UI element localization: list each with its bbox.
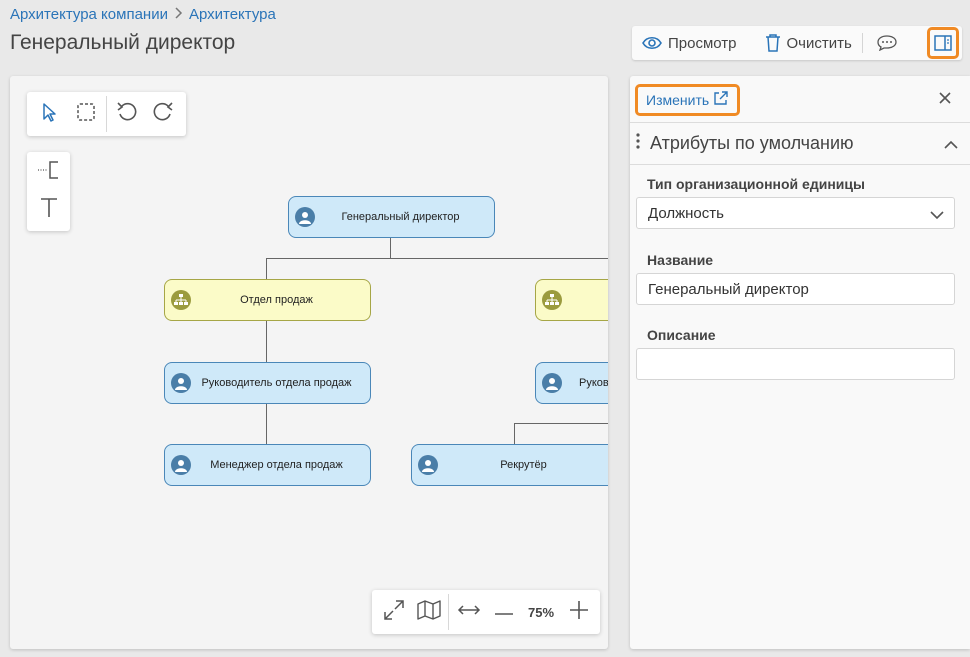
org-node-sales-head[interactable]: Руководитель отдела продаж <box>164 362 371 404</box>
node-label: Руководитель отдела продаж <box>201 377 352 389</box>
fit-width-button[interactable] <box>451 594 486 630</box>
pointer-icon <box>41 102 59 127</box>
zoom-level: 75% <box>527 604 555 620</box>
clear-button[interactable]: Очистить <box>755 26 862 60</box>
insert-tools <box>27 152 70 231</box>
node-label: Рекрутёр <box>500 459 547 471</box>
chevron-down-icon <box>930 207 944 224</box>
panel-toggle-button[interactable] <box>927 27 959 59</box>
person-icon <box>171 455 191 475</box>
section-title: Атрибуты по умолчанию <box>650 133 854 153</box>
expand-icon <box>383 599 405 626</box>
zoom-out-button[interactable] <box>486 594 521 630</box>
preview-button[interactable]: Просмотр <box>632 26 747 60</box>
plus-icon <box>569 600 589 625</box>
node-label: Руково <box>579 377 608 389</box>
tool-divider <box>106 96 107 132</box>
connector-line <box>266 258 267 279</box>
name-label: Название <box>647 252 714 268</box>
node-label: Отдел продаж <box>240 294 313 306</box>
connector-line <box>266 321 267 362</box>
close-panel-button[interactable] <box>938 91 952 110</box>
edit-button[interactable]: Изменить <box>635 84 740 116</box>
name-field[interactable]: Генеральный директор <box>636 273 955 305</box>
breadcrumb-item-architecture[interactable]: Архитектура <box>189 6 276 23</box>
org-unit-type-label: Тип организационной единицы <box>647 176 865 192</box>
eye-icon <box>642 36 662 50</box>
org-structure-icon <box>542 290 562 310</box>
org-node-dept-2[interactable] <box>535 279 608 321</box>
connector-line <box>514 423 608 424</box>
person-icon <box>542 373 562 393</box>
clear-label: Очистить <box>786 34 852 52</box>
breadcrumb: Архитектура компании Архитектура <box>10 6 276 23</box>
preview-label: Просмотр <box>668 34 737 52</box>
select-tool-button[interactable] <box>32 96 68 132</box>
properties-panel: Изменить Атрибуты по умолчанию Тип орган… <box>630 76 970 649</box>
org-unit-type-value: Должность <box>648 204 724 222</box>
diagram-canvas[interactable]: Генеральный директор Отдел продаж Руково… <box>10 76 608 649</box>
close-icon <box>938 92 952 109</box>
trash-icon <box>765 34 781 52</box>
minimap-button[interactable] <box>411 594 446 630</box>
redo-icon <box>152 101 174 127</box>
text-tool-button[interactable] <box>31 193 67 229</box>
connector-line <box>514 423 515 444</box>
comment-icon <box>877 35 897 51</box>
toolbar: Просмотр Очистить <box>632 26 962 60</box>
description-label: Описание <box>647 327 716 343</box>
zoom-controls: 75% <box>372 590 600 634</box>
person-icon <box>418 455 438 475</box>
org-node-recruiter[interactable]: Рекрутёр <box>411 444 608 486</box>
org-unit-type-select[interactable]: Должность <box>636 197 955 229</box>
org-node-sales-manager[interactable]: Менеджер отдела продаж <box>164 444 371 486</box>
person-icon <box>295 207 315 227</box>
connector-icon <box>37 160 61 185</box>
node-label: Генеральный директор <box>341 211 460 223</box>
minus-icon <box>494 603 514 621</box>
section-header-default-attributes[interactable]: Атрибуты по умолчанию <box>630 123 970 165</box>
external-link-icon <box>713 91 728 109</box>
redo-button[interactable] <box>145 96 181 132</box>
comments-button[interactable] <box>863 26 905 60</box>
connector-tool-button[interactable] <box>31 154 67 190</box>
undo-button[interactable] <box>109 96 145 132</box>
map-icon <box>416 599 441 625</box>
org-node-sales-dept[interactable]: Отдел продаж <box>164 279 371 321</box>
person-icon <box>171 373 191 393</box>
breadcrumb-item-company-architecture[interactable]: Архитектура компании <box>10 6 168 23</box>
chevron-up-icon[interactable] <box>944 137 958 155</box>
org-node-ceo[interactable]: Генеральный директор <box>288 196 495 238</box>
description-field[interactable] <box>636 348 955 380</box>
org-node-head-2[interactable]: Руково <box>535 362 608 404</box>
name-value: Генеральный директор <box>648 280 809 298</box>
chevron-right-icon <box>174 7 183 22</box>
tool-divider <box>448 594 449 630</box>
arrows-horizontal-icon <box>457 603 481 622</box>
edit-tools <box>27 92 186 136</box>
page-title: Генеральный директор <box>10 31 236 54</box>
marquee-select-icon <box>76 102 96 127</box>
edit-label: Изменить <box>646 92 710 108</box>
node-label: Менеджер отдела продаж <box>210 459 343 471</box>
fit-to-screen-button[interactable] <box>376 594 411 630</box>
text-icon <box>39 197 59 224</box>
zoom-in-button[interactable] <box>561 594 596 630</box>
side-panel-icon <box>934 35 952 51</box>
connector-line <box>266 403 267 444</box>
drag-handle-icon[interactable] <box>636 133 640 154</box>
org-structure-icon <box>171 290 191 310</box>
connector-line <box>266 258 608 259</box>
area-select-button[interactable] <box>68 96 104 132</box>
connector-line <box>390 237 391 258</box>
undo-icon <box>116 101 138 127</box>
